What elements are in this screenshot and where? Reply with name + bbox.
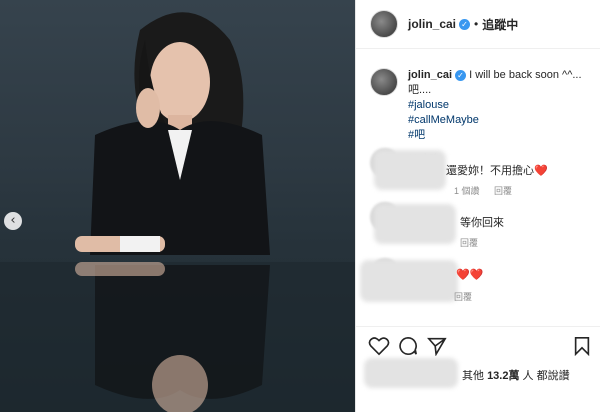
likes-summary: 其他 13.2萬 人 都說讚 <box>364 358 595 388</box>
post-photo[interactable]: ‹ <box>0 0 355 412</box>
comment-text: 等你回來 <box>460 217 504 229</box>
likes-count[interactable]: 其他 13.2萬 人 都說讚 <box>462 367 570 383</box>
blurred-region <box>364 358 458 388</box>
post-sidebar: jolin_cai ✓ • 追蹤中 jolin_cai ✓ I will be b… <box>355 0 600 412</box>
blurred-region <box>360 260 458 302</box>
comment-item: 還愛妳！不用擔心❤️ 1 個讚 回覆 <box>370 148 595 198</box>
username[interactable]: jolin_cai <box>408 17 456 31</box>
caption-username[interactable]: jolin_cai <box>408 69 452 81</box>
divider <box>356 326 600 327</box>
hashtag-link[interactable]: #吧 <box>408 128 595 143</box>
blurred-region <box>374 150 446 190</box>
blurred-region <box>374 204 456 244</box>
share-icon[interactable] <box>426 336 448 356</box>
comment-icon[interactable] <box>398 336 418 356</box>
comment-item: 等你回來 回覆 <box>370 202 595 252</box>
chevron-left-icon[interactable]: ‹ <box>4 212 22 230</box>
reply-button[interactable]: 回覆 <box>454 290 472 303</box>
comment-item: ❤️❤️ 回覆 <box>360 258 595 308</box>
instagram-post: ‹ jolin_cai ✓ • 追蹤中 jolin_cai ✓ I will be… <box>0 0 600 412</box>
verified-badge-icon: ✓ <box>455 69 467 81</box>
post-header: jolin_cai ✓ • 追蹤中 <box>356 0 600 49</box>
hashtag-link[interactable]: #jalouse <box>408 98 595 113</box>
separator-dot: • <box>474 17 479 31</box>
verified-badge-icon: ✓ <box>459 18 471 30</box>
caption-avatar[interactable] <box>370 68 398 96</box>
photo-illustration <box>0 12 355 412</box>
reply-button[interactable]: 回覆 <box>494 184 512 197</box>
heart-icon[interactable] <box>368 336 390 356</box>
bookmark-icon[interactable] <box>573 336 591 356</box>
heart-emoji: ❤️ <box>534 165 548 177</box>
hashtag-link[interactable]: #callMeMaybe <box>408 113 595 128</box>
reply-button[interactable]: 回覆 <box>460 236 478 249</box>
comment-text: 還愛妳！不用擔心❤️ <box>446 165 548 177</box>
action-bar <box>368 336 593 358</box>
follow-button[interactable]: 追蹤中 <box>482 16 518 33</box>
comment-likes[interactable]: 1 個讚 <box>454 184 480 197</box>
avatar[interactable] <box>370 10 398 38</box>
heart-emoji: ❤️❤️ <box>456 269 484 281</box>
